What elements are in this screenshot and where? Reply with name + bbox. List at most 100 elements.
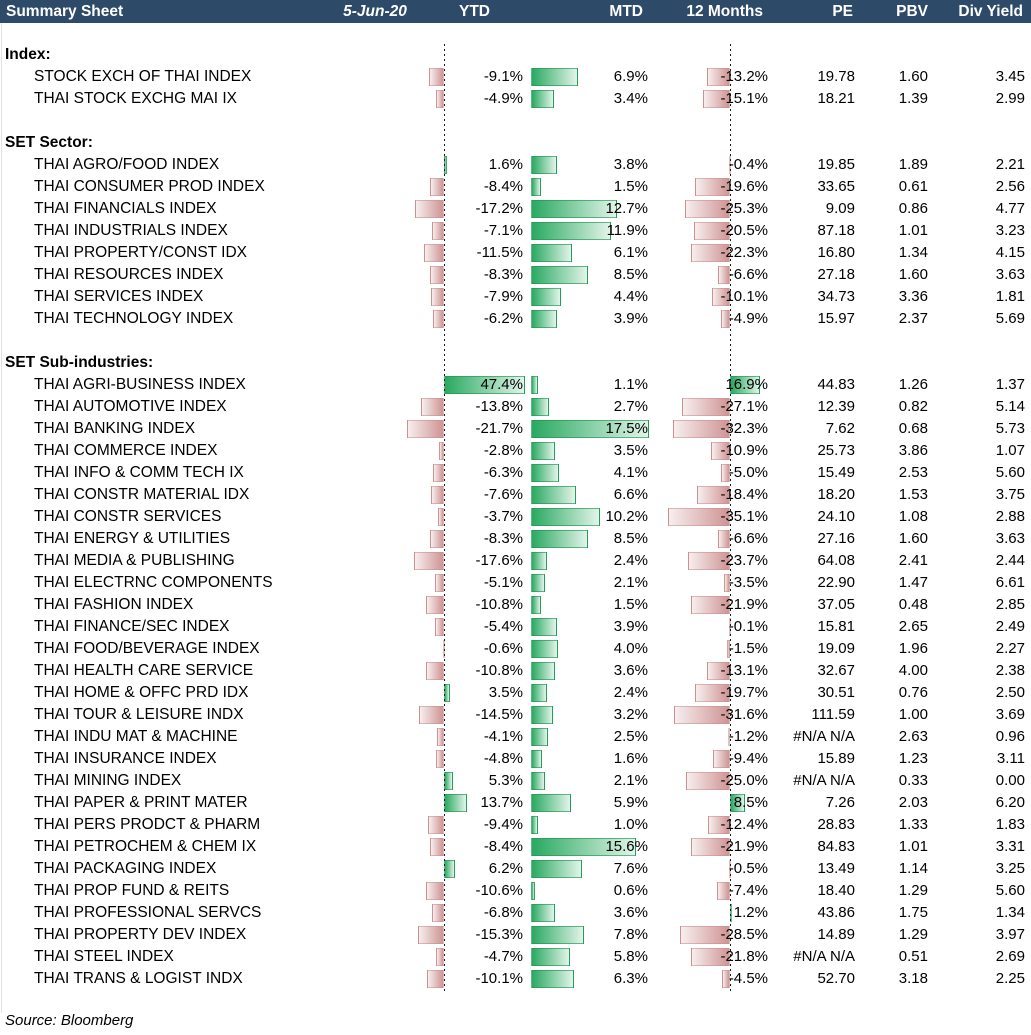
- table-row: THAI PROFESSIONAL SERVCS -6.8% 3.6% 1.2%…: [0, 902, 1031, 924]
- mtd-data-bar: [531, 178, 541, 196]
- mtd-value: 3.6%: [566, 902, 648, 924]
- 12-months-value: -13.2%: [688, 66, 768, 88]
- table-row: THAI PROPERTY DEV INDEX -15.3% 7.8% -28.…: [0, 924, 1031, 946]
- source-note: Source: Bloomberg: [5, 1012, 133, 1029]
- table-row: THAI HOME & OFFC PRD IDX 3.5% 2.4% -19.7…: [0, 682, 1031, 704]
- 12-months-value: -35.1%: [688, 506, 768, 528]
- ytd-data-bar: [430, 530, 444, 548]
- div-yield-value: 3.75: [945, 484, 1025, 506]
- pe-value: 28.83: [760, 814, 855, 836]
- row-label: THAI RESOURCES INDEX: [34, 264, 394, 286]
- ytd-value: -8.3%: [448, 264, 523, 286]
- mtd-value: 3.6%: [566, 660, 648, 682]
- div-yield-value: 2.49: [945, 616, 1025, 638]
- ytd-value: -5.1%: [448, 572, 523, 594]
- ytd-value: -6.2%: [448, 308, 523, 330]
- mtd-data-bar: [531, 552, 547, 570]
- mtd-data-bar: [531, 596, 541, 614]
- div-yield-value: 2.25: [945, 968, 1025, 990]
- div-yield-value: 0.96: [945, 726, 1025, 748]
- pe-value: 14.89: [760, 924, 855, 946]
- pbv-value: 0.86: [853, 198, 928, 220]
- 12-months-value: -18.4%: [688, 484, 768, 506]
- table-row: THAI HEALTH CARE SERVICE -10.8% 3.6% -13…: [0, 660, 1031, 682]
- 12-months-value: -6.6%: [688, 264, 768, 286]
- pe-value: 25.73: [760, 440, 855, 462]
- mtd-value: 3.2%: [566, 704, 648, 726]
- ytd-data-bar: [435, 618, 444, 636]
- pbv-value: 1.00: [853, 704, 928, 726]
- pe-value: 87.18: [760, 220, 855, 242]
- ytd-value: -3.7%: [448, 506, 523, 528]
- ytd-data-bar: [432, 222, 444, 240]
- pe-value: 22.90: [760, 572, 855, 594]
- row-label: STOCK EXCH OF THAI INDEX: [34, 66, 394, 88]
- mtd-value: 2.7%: [566, 396, 648, 418]
- table-row: THAI TECHNOLOGY INDEX -6.2% 3.9% -4.9% 1…: [0, 308, 1031, 330]
- mtd-data-bar: [531, 772, 545, 790]
- 12-months-value: -22.3%: [688, 242, 768, 264]
- row-label: THAI COMMERCE INDEX: [34, 440, 394, 462]
- mtd-data-bar: [531, 90, 554, 108]
- mtd-value: 10.2%: [566, 506, 648, 528]
- column-header-pe: PE: [783, 0, 853, 23]
- table-row: THAI SERVICES INDEX -7.9% 4.4% -10.1% 34…: [0, 286, 1031, 308]
- table-row: THAI INSURANCE INDEX -4.8% 1.6% -9.4% 15…: [0, 748, 1031, 770]
- mtd-value: 7.6%: [566, 858, 648, 880]
- div-yield-value: 5.60: [945, 880, 1025, 902]
- ytd-data-bar: [414, 552, 444, 570]
- pbv-value: 2.37: [853, 308, 928, 330]
- mtd-value: 5.8%: [566, 946, 648, 968]
- mtd-data-bar: [531, 288, 561, 306]
- pbv-value: 4.00: [853, 660, 928, 682]
- row-label: THAI CONSTR SERVICES: [34, 506, 394, 528]
- pe-value: #N/A N/A: [760, 726, 855, 748]
- ytd-value: 47.4%: [448, 374, 523, 396]
- row-label: THAI INSURANCE INDEX: [34, 748, 394, 770]
- row-label: THAI PROFESSIONAL SERVCS: [34, 902, 394, 924]
- pe-value: 52.70: [760, 968, 855, 990]
- pbv-value: 0.82: [853, 396, 928, 418]
- div-yield-value: 2.56: [945, 176, 1025, 198]
- ytd-value: -10.8%: [448, 660, 523, 682]
- pe-value: 30.51: [760, 682, 855, 704]
- ytd-value: 6.2%: [448, 858, 523, 880]
- div-yield-value: 1.07: [945, 440, 1025, 462]
- mtd-value: 7.8%: [566, 924, 648, 946]
- row-label: THAI INDU MAT & MACHINE: [34, 726, 394, 748]
- pe-value: 15.81: [760, 616, 855, 638]
- pe-value: 13.49: [760, 858, 855, 880]
- 12-months-value: -25.0%: [688, 770, 768, 792]
- pe-value: 34.73: [760, 286, 855, 308]
- row-label: THAI INDUSTRIALS INDEX: [34, 220, 394, 242]
- mtd-value: 15.6%: [566, 836, 648, 858]
- row-label: THAI TECHNOLOGY INDEX: [34, 308, 394, 330]
- mtd-value: 6.1%: [566, 242, 648, 264]
- mtd-value: 8.5%: [566, 528, 648, 550]
- pe-value: 18.40: [760, 880, 855, 902]
- table-row: THAI FINANCIALS INDEX -17.2% 12.7% -25.3…: [0, 198, 1031, 220]
- table-row: THAI RESOURCES INDEX -8.3% 8.5% -6.6% 27…: [0, 264, 1031, 286]
- 12-months-value: -31.6%: [688, 704, 768, 726]
- mtd-value: 1.1%: [566, 374, 648, 396]
- row-label: THAI MEDIA & PUBLISHING: [34, 550, 394, 572]
- div-yield-value: 5.60: [945, 462, 1025, 484]
- row-label: THAI AGRI-BUSINESS INDEX: [34, 374, 394, 396]
- pe-value: 44.83: [760, 374, 855, 396]
- ytd-value: -15.3%: [448, 924, 523, 946]
- pe-value: 7.62: [760, 418, 855, 440]
- pbv-value: 0.61: [853, 176, 928, 198]
- pbv-value: 1.39: [853, 88, 928, 110]
- div-yield-value: 4.15: [945, 242, 1025, 264]
- mtd-value: 3.9%: [566, 616, 648, 638]
- mtd-value: 3.4%: [566, 88, 648, 110]
- mtd-value: 3.9%: [566, 308, 648, 330]
- pe-value: 15.97: [760, 308, 855, 330]
- mtd-data-bar: [531, 618, 557, 636]
- mtd-data-bar: [531, 882, 535, 900]
- mtd-value: 6.6%: [566, 484, 648, 506]
- pbv-value: 0.51: [853, 946, 928, 968]
- ytd-data-bar: [430, 838, 444, 856]
- 12-months-value: -9.4%: [688, 748, 768, 770]
- table-row: THAI FINANCE/SEC INDEX -5.4% 3.9% -0.1% …: [0, 616, 1031, 638]
